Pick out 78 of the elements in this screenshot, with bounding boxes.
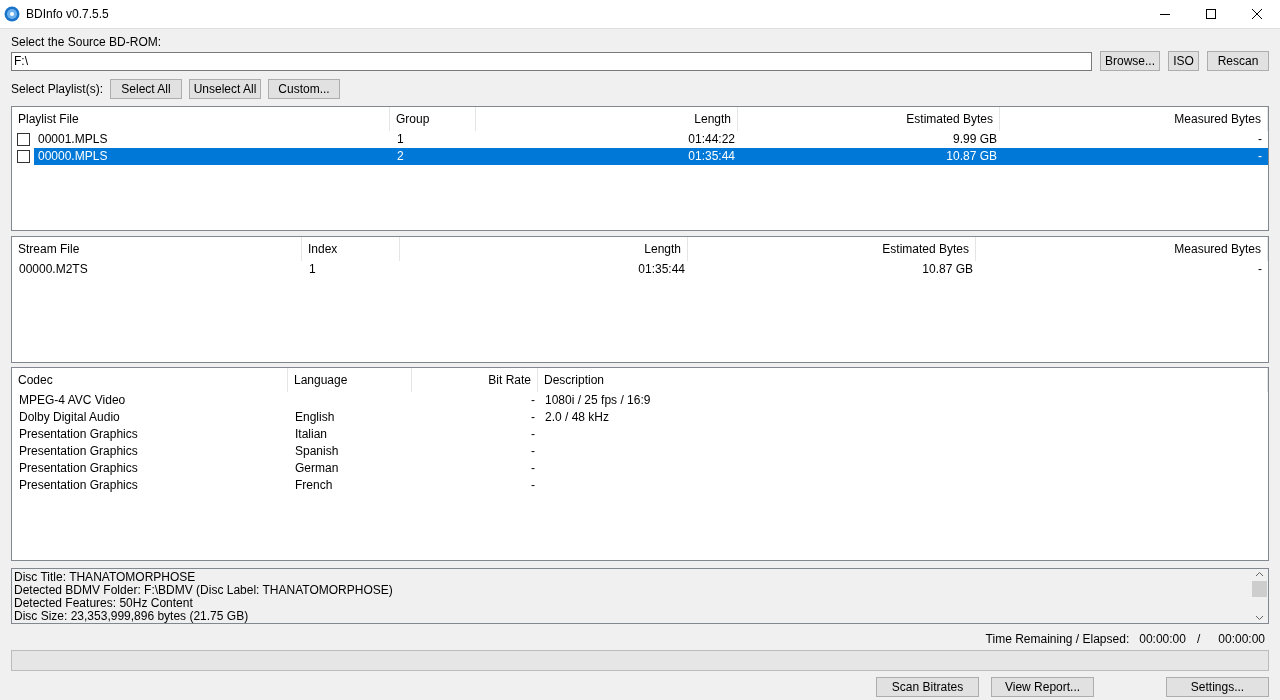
table-row[interactable]: 00001.MPLS 1 01:44:22 9.99 GB - bbox=[15, 131, 1268, 148]
disc-icon bbox=[4, 6, 20, 22]
table-row[interactable]: 00000.MPLS 2 01:35:44 10.87 GB - bbox=[15, 148, 1268, 165]
time-separator: / bbox=[1196, 632, 1201, 646]
table-cell-text: 1 bbox=[308, 261, 317, 278]
table-cell-text: German bbox=[294, 460, 340, 477]
column-header[interactable]: Estimated Bytes bbox=[738, 107, 1000, 131]
table-cell-text: 2.0 / 48 kHz bbox=[544, 409, 611, 426]
table-cell-text: - bbox=[530, 409, 536, 426]
source-button[interactable]: ISO bbox=[1168, 51, 1199, 71]
column-header[interactable]: Group bbox=[390, 107, 476, 131]
time-remaining: 00:00:00 bbox=[1139, 632, 1186, 646]
table-cell-text: - bbox=[530, 392, 536, 409]
column-header[interactable]: Stream File bbox=[12, 237, 302, 261]
table-cell: 10.87 GB bbox=[741, 148, 1003, 165]
source-path-field[interactable]: F:\ bbox=[11, 51, 1092, 71]
table-cell: 00000.MPLS bbox=[34, 148, 393, 165]
column-header[interactable]: Bit Rate bbox=[412, 368, 538, 392]
playlist-select-label: Select Playlist(s): bbox=[11, 82, 104, 96]
table-cell-text: 00000.M2TS bbox=[18, 261, 89, 278]
action-button[interactable]: Settings... bbox=[1166, 677, 1269, 697]
time-label: Time Remaining / Elapsed: bbox=[985, 632, 1130, 646]
action-button[interactable]: View Report... bbox=[991, 677, 1094, 697]
table-cell: 01:35:44 bbox=[479, 148, 741, 165]
source-button[interactable]: Rescan bbox=[1207, 51, 1269, 71]
close-icon bbox=[1252, 9, 1262, 19]
table-cell: 2 bbox=[393, 148, 479, 165]
column-header[interactable]: Estimated Bytes bbox=[688, 237, 976, 261]
column-header[interactable]: Length bbox=[476, 107, 738, 131]
table-cell-text: Presentation Graphics bbox=[18, 426, 139, 443]
column-header[interactable]: Playlist File bbox=[12, 107, 390, 131]
table-cell-text: 01:35:44 bbox=[637, 261, 686, 278]
playlist-button[interactable]: Unselect All bbox=[189, 79, 262, 99]
table-cell-text: English bbox=[294, 409, 336, 426]
table-cell-text: 1 bbox=[396, 131, 405, 148]
info-line: Detected Features: 50Hz Content bbox=[14, 597, 194, 610]
table-cell-text: Dolby Digital Audio bbox=[18, 409, 121, 426]
table-cell-text: - bbox=[530, 477, 536, 494]
column-header[interactable]: Measured Bytes bbox=[1000, 107, 1268, 131]
info-line: Detected BDMV Folder: F:\BDMV (Disc Label: THANATOMORPHOSE) bbox=[14, 584, 394, 597]
column-header[interactable]: Language bbox=[288, 368, 412, 392]
info-line: Disc Size: 23,353,999,896 bytes (21.75 GB) bbox=[14, 610, 250, 623]
table-cell-text: Spanish bbox=[294, 443, 340, 460]
source-label: Select the Source BD-ROM: bbox=[11, 35, 163, 49]
table-cell-text: French bbox=[294, 477, 334, 494]
table-cell-text: 1080i / 25 fps / 16:9 bbox=[544, 392, 652, 409]
table-cell-text: Italian bbox=[294, 426, 329, 443]
table-cell-text: - bbox=[1257, 261, 1263, 278]
table-cell-text: MPEG-4 AVC Video bbox=[18, 392, 127, 409]
playlist-button[interactable]: Select All bbox=[110, 79, 183, 99]
column-header[interactable]: Length bbox=[400, 237, 688, 261]
checkbox[interactable] bbox=[17, 150, 30, 163]
table-cell-text: - bbox=[530, 460, 536, 477]
action-button[interactable]: Scan Bitrates bbox=[876, 677, 979, 697]
window-title: BDInfo v0.7.5.5 bbox=[26, 7, 109, 21]
table-cell-text: 00001.MPLS bbox=[37, 131, 109, 148]
table-cell-text: Presentation Graphics bbox=[18, 460, 139, 477]
info-line: Disc Title: THANATOMORPHOSE bbox=[14, 571, 197, 584]
time-elapsed: 00:00:00 bbox=[1218, 632, 1265, 646]
table-cell: - bbox=[1003, 148, 1268, 165]
scroll-thumb[interactable] bbox=[1252, 581, 1267, 597]
table-cell-text: Presentation Graphics bbox=[18, 443, 139, 460]
table-cell-text: 10.87 GB bbox=[921, 261, 974, 278]
column-header[interactable]: Description bbox=[538, 368, 1268, 392]
scrollbar[interactable] bbox=[1251, 569, 1268, 623]
checkbox[interactable] bbox=[17, 133, 30, 146]
table-cell-text: - bbox=[1257, 131, 1263, 148]
table-cell-text: Presentation Graphics bbox=[18, 477, 139, 494]
playlist-button[interactable]: Custom... bbox=[268, 79, 341, 99]
table-cell-text: 9.99 GB bbox=[951, 131, 998, 148]
table-cell-text: - bbox=[530, 443, 536, 460]
table-cell-text: - bbox=[530, 426, 536, 443]
column-header[interactable]: Codec bbox=[12, 368, 288, 392]
column-header[interactable]: Measured Bytes bbox=[976, 237, 1268, 261]
column-header[interactable]: Index bbox=[302, 237, 400, 261]
maximize-icon bbox=[1206, 9, 1216, 19]
source-button[interactable]: Browse... bbox=[1100, 51, 1160, 71]
table-cell-text: 01:44:22 bbox=[687, 131, 736, 148]
